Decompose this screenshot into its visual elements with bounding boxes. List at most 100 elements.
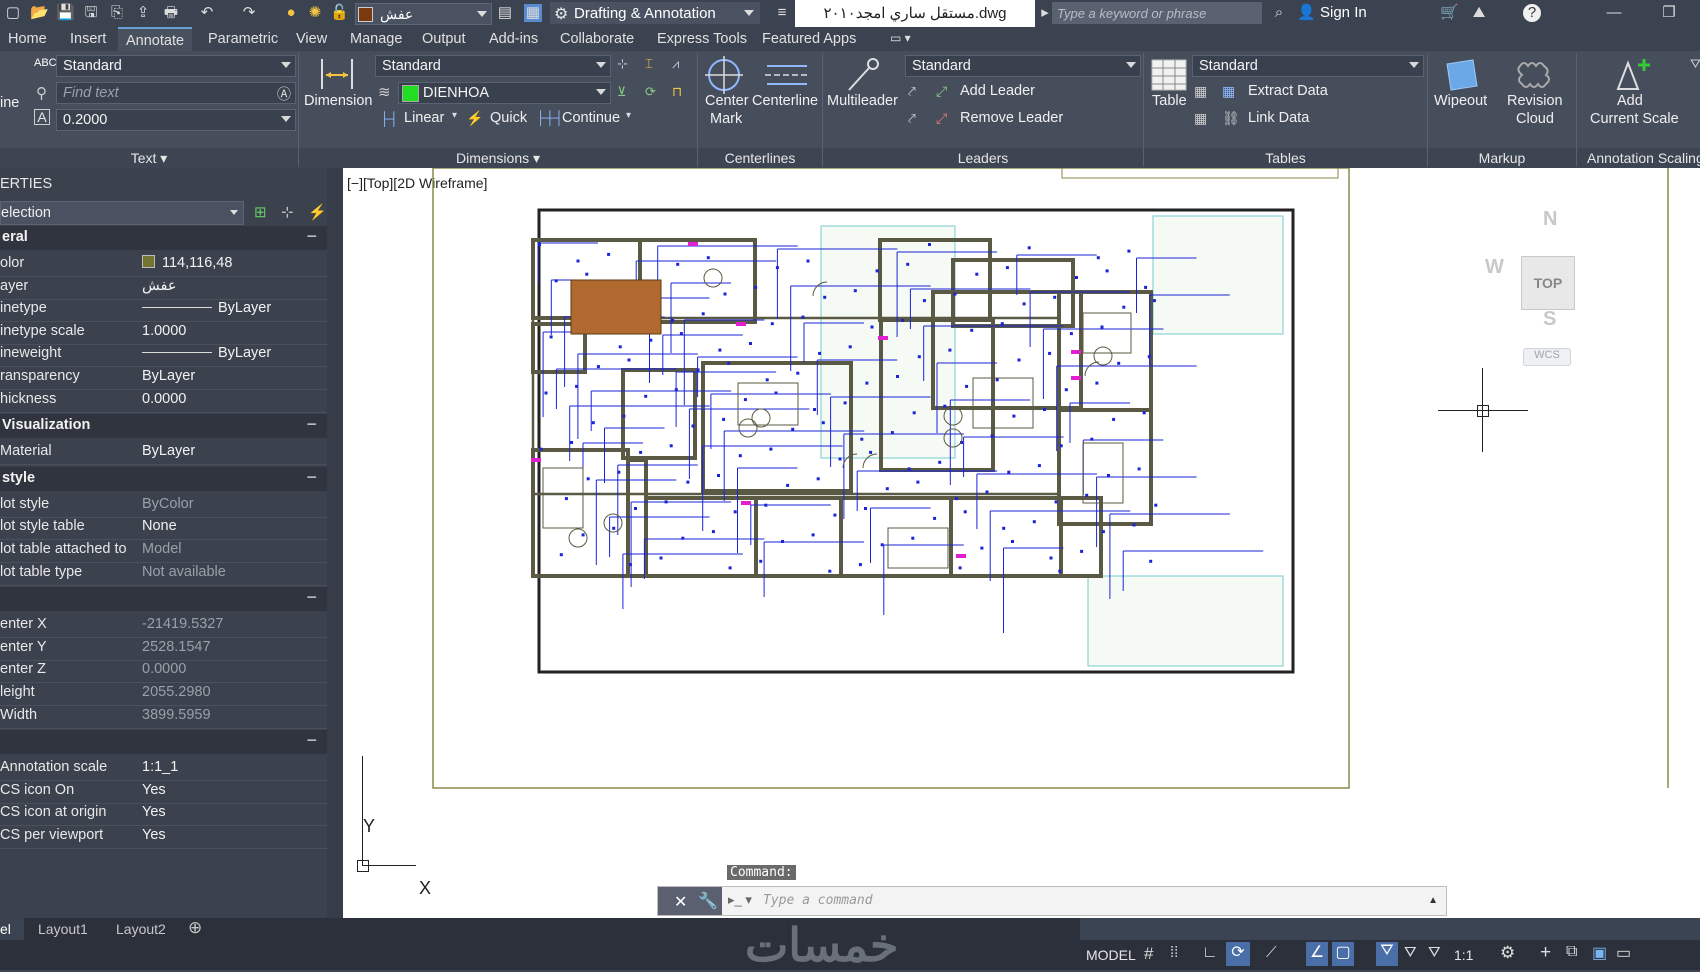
close-icon[interactable]: ✕ — [674, 892, 687, 912]
add-current-scale-button[interactable]: Add — [1617, 93, 1643, 109]
dim-layer-dropdown[interactable]: DIENHOA — [398, 82, 611, 104]
centerline-icon[interactable] — [765, 56, 809, 94]
lock-icon[interactable]: 🔓 — [330, 4, 349, 22]
compass-south[interactable]: S — [1543, 308, 1556, 331]
compass-north[interactable]: N — [1543, 208, 1557, 231]
continue-button[interactable]: Continue — [562, 110, 620, 126]
cart-icon[interactable]: 🛒 — [1440, 4, 1459, 22]
tab-express-tools[interactable]: Express Tools — [657, 31, 747, 47]
bulb-icon[interactable]: ● — [282, 4, 300, 22]
collapse-icon[interactable]: − — [306, 414, 317, 435]
table-icon[interactable] — [1150, 56, 1188, 94]
properties-section-header[interactable]: eral − — [0, 226, 327, 250]
restore-icon[interactable]: ❐ — [1660, 4, 1678, 22]
collapse-icon[interactable]: − — [306, 587, 317, 608]
tab-home[interactable]: Home — [8, 31, 47, 47]
isolate-objects-icon[interactable]: ⧉ — [1566, 943, 1577, 961]
tab-featured-apps[interactable]: Featured Apps — [762, 31, 856, 47]
property-row[interactable]: ransparency ByLayer — [0, 365, 327, 390]
sign-in-button[interactable]: Sign In — [1320, 4, 1367, 21]
save-as-icon[interactable]: 🖫 — [82, 4, 100, 22]
gear-icon[interactable]: ⚙ — [1500, 943, 1515, 963]
property-row[interactable]: CS icon at origin Yes — [0, 801, 327, 827]
property-row[interactable]: CS per viewport Yes — [0, 824, 327, 849]
property-row[interactable]: olor 114,116,48 — [0, 252, 327, 277]
save-web-icon[interactable]: ⇪ — [134, 4, 152, 22]
workspace-dropdown[interactable]: ⚙ Drafting & Annotation — [550, 2, 760, 24]
collapse-icon[interactable]: − — [306, 467, 317, 488]
command-prompt-icon[interactable]: ▸_ ▾ — [728, 892, 752, 908]
palette-scrollbar[interactable] — [327, 168, 343, 918]
a360-icon[interactable]: ⛰ — [1470, 4, 1488, 22]
sun-icon[interactable]: ✺ — [306, 4, 324, 22]
tab-output[interactable]: Output — [422, 31, 466, 47]
scale-tool-icon[interactable]: ⛛ — [1690, 56, 1700, 72]
table-style-dropdown[interactable]: Standard — [1192, 55, 1424, 77]
add-layout-icon[interactable]: ⊕ — [188, 918, 202, 938]
model-space-button[interactable]: MODEL — [1086, 947, 1136, 963]
help-icon[interactable]: ? — [1523, 4, 1541, 22]
tab-insert[interactable]: Insert — [70, 31, 106, 47]
center-mark-icon[interactable] — [705, 56, 743, 94]
minimize-icon[interactable]: — — [1605, 4, 1623, 22]
tab-manage[interactable]: Manage — [350, 31, 402, 47]
centerline-button[interactable]: Centerline — [752, 93, 818, 109]
redo-icon[interactable]: ↷ — [240, 4, 258, 22]
property-row[interactable]: enter X -21419.5327 — [0, 613, 327, 639]
dimension-icon[interactable] — [318, 55, 356, 93]
link-data-button[interactable]: Link Data — [1248, 110, 1309, 126]
multileader-icon[interactable] — [845, 56, 883, 94]
compass-west[interactable]: W — [1485, 256, 1504, 279]
table-button[interactable]: Table — [1152, 93, 1187, 109]
save-icon[interactable]: 💾 — [56, 4, 75, 22]
properties-section-header[interactable]: style − — [0, 466, 327, 491]
property-row[interactable]: inetype ByLayer — [0, 297, 327, 323]
markup-panel-title[interactable]: Markup — [1428, 148, 1576, 168]
property-row[interactable]: lot style table None — [0, 515, 327, 541]
property-row[interactable]: leight 2055.2980 — [0, 681, 327, 706]
open-web-icon[interactable]: ⎘ — [108, 4, 126, 22]
property-row[interactable]: CS icon On Yes — [0, 779, 327, 804]
multileader-button[interactable]: Multileader — [827, 93, 898, 109]
drawing-canvas[interactable]: [−][Top][2D Wireframe] N S W TOP WCS Y X… — [343, 168, 1700, 918]
property-row[interactable]: Width 3899.5959 — [0, 704, 327, 729]
text-panel-title[interactable]: Text ▾ — [0, 148, 298, 168]
centerlines-panel-title[interactable]: Centerlines — [698, 148, 822, 168]
find-text-input[interactable]: Find text Ⓐ — [56, 82, 296, 104]
property-row[interactable]: enter Z 0.0000 — [0, 658, 327, 684]
annotation-scale-icon[interactable]: ⛛ — [1428, 944, 1441, 961]
search-input[interactable]: Type a keyword or phrase — [1052, 2, 1262, 24]
leader-style-dropdown[interactable]: Standard — [905, 55, 1141, 77]
annotation-scaling-panel-title[interactable]: Annotation Scaling — [1577, 148, 1700, 168]
dim-tool-icon[interactable]: ⊻ — [617, 84, 627, 100]
chevron-down-icon[interactable]: ▾ — [452, 110, 457, 121]
dim-tool-icon[interactable]: ⌶ — [645, 56, 653, 72]
tab-parametric[interactable]: Parametric — [208, 31, 278, 47]
hardware-accel-icon[interactable]: ▣ — [1592, 943, 1607, 963]
revision-cloud-icon[interactable] — [1514, 56, 1554, 94]
dim-tool-icon[interactable]: ⩘ — [672, 56, 679, 72]
remove-leader-button[interactable]: Remove Leader — [960, 110, 1063, 126]
property-row[interactable]: ayer عفش — [0, 275, 327, 300]
property-row[interactable]: lot table attached to Model — [0, 538, 327, 563]
extract-data-button[interactable]: Extract Data — [1248, 83, 1328, 99]
clean-screen-icon[interactable]: ▭ — [1616, 943, 1631, 963]
grid-icon[interactable]: # — [1144, 944, 1153, 964]
property-row[interactable]: enter Y 2528.1547 — [0, 636, 327, 661]
property-row[interactable]: lot style ByColor — [0, 493, 327, 518]
properties-section-header[interactable]: − — [0, 730, 327, 755]
dim-tool-icon[interactable]: ⊓ — [672, 84, 682, 100]
tab-view[interactable]: View — [296, 31, 327, 47]
tab-layout1[interactable]: Layout1 — [38, 921, 88, 937]
ortho-icon[interactable]: ∟ — [1202, 944, 1218, 962]
tables-panel-title[interactable]: Tables — [1144, 148, 1427, 168]
annotation-scale-value[interactable]: 1:1 — [1454, 947, 1473, 963]
dim-style-dropdown[interactable]: Standard — [375, 55, 611, 77]
object-snap-icon[interactable]: ▢ — [1332, 942, 1354, 966]
new-icon[interactable]: ▢ — [4, 4, 22, 22]
layer-dropdown[interactable]: عفش — [355, 3, 492, 25]
undo-icon[interactable]: ↶ — [198, 4, 216, 22]
tab-annotate[interactable]: Annotate — [118, 27, 193, 51]
tab-layout2[interactable]: Layout2 — [116, 921, 166, 937]
binoculars-icon[interactable]: ⌕ — [1270, 4, 1288, 22]
